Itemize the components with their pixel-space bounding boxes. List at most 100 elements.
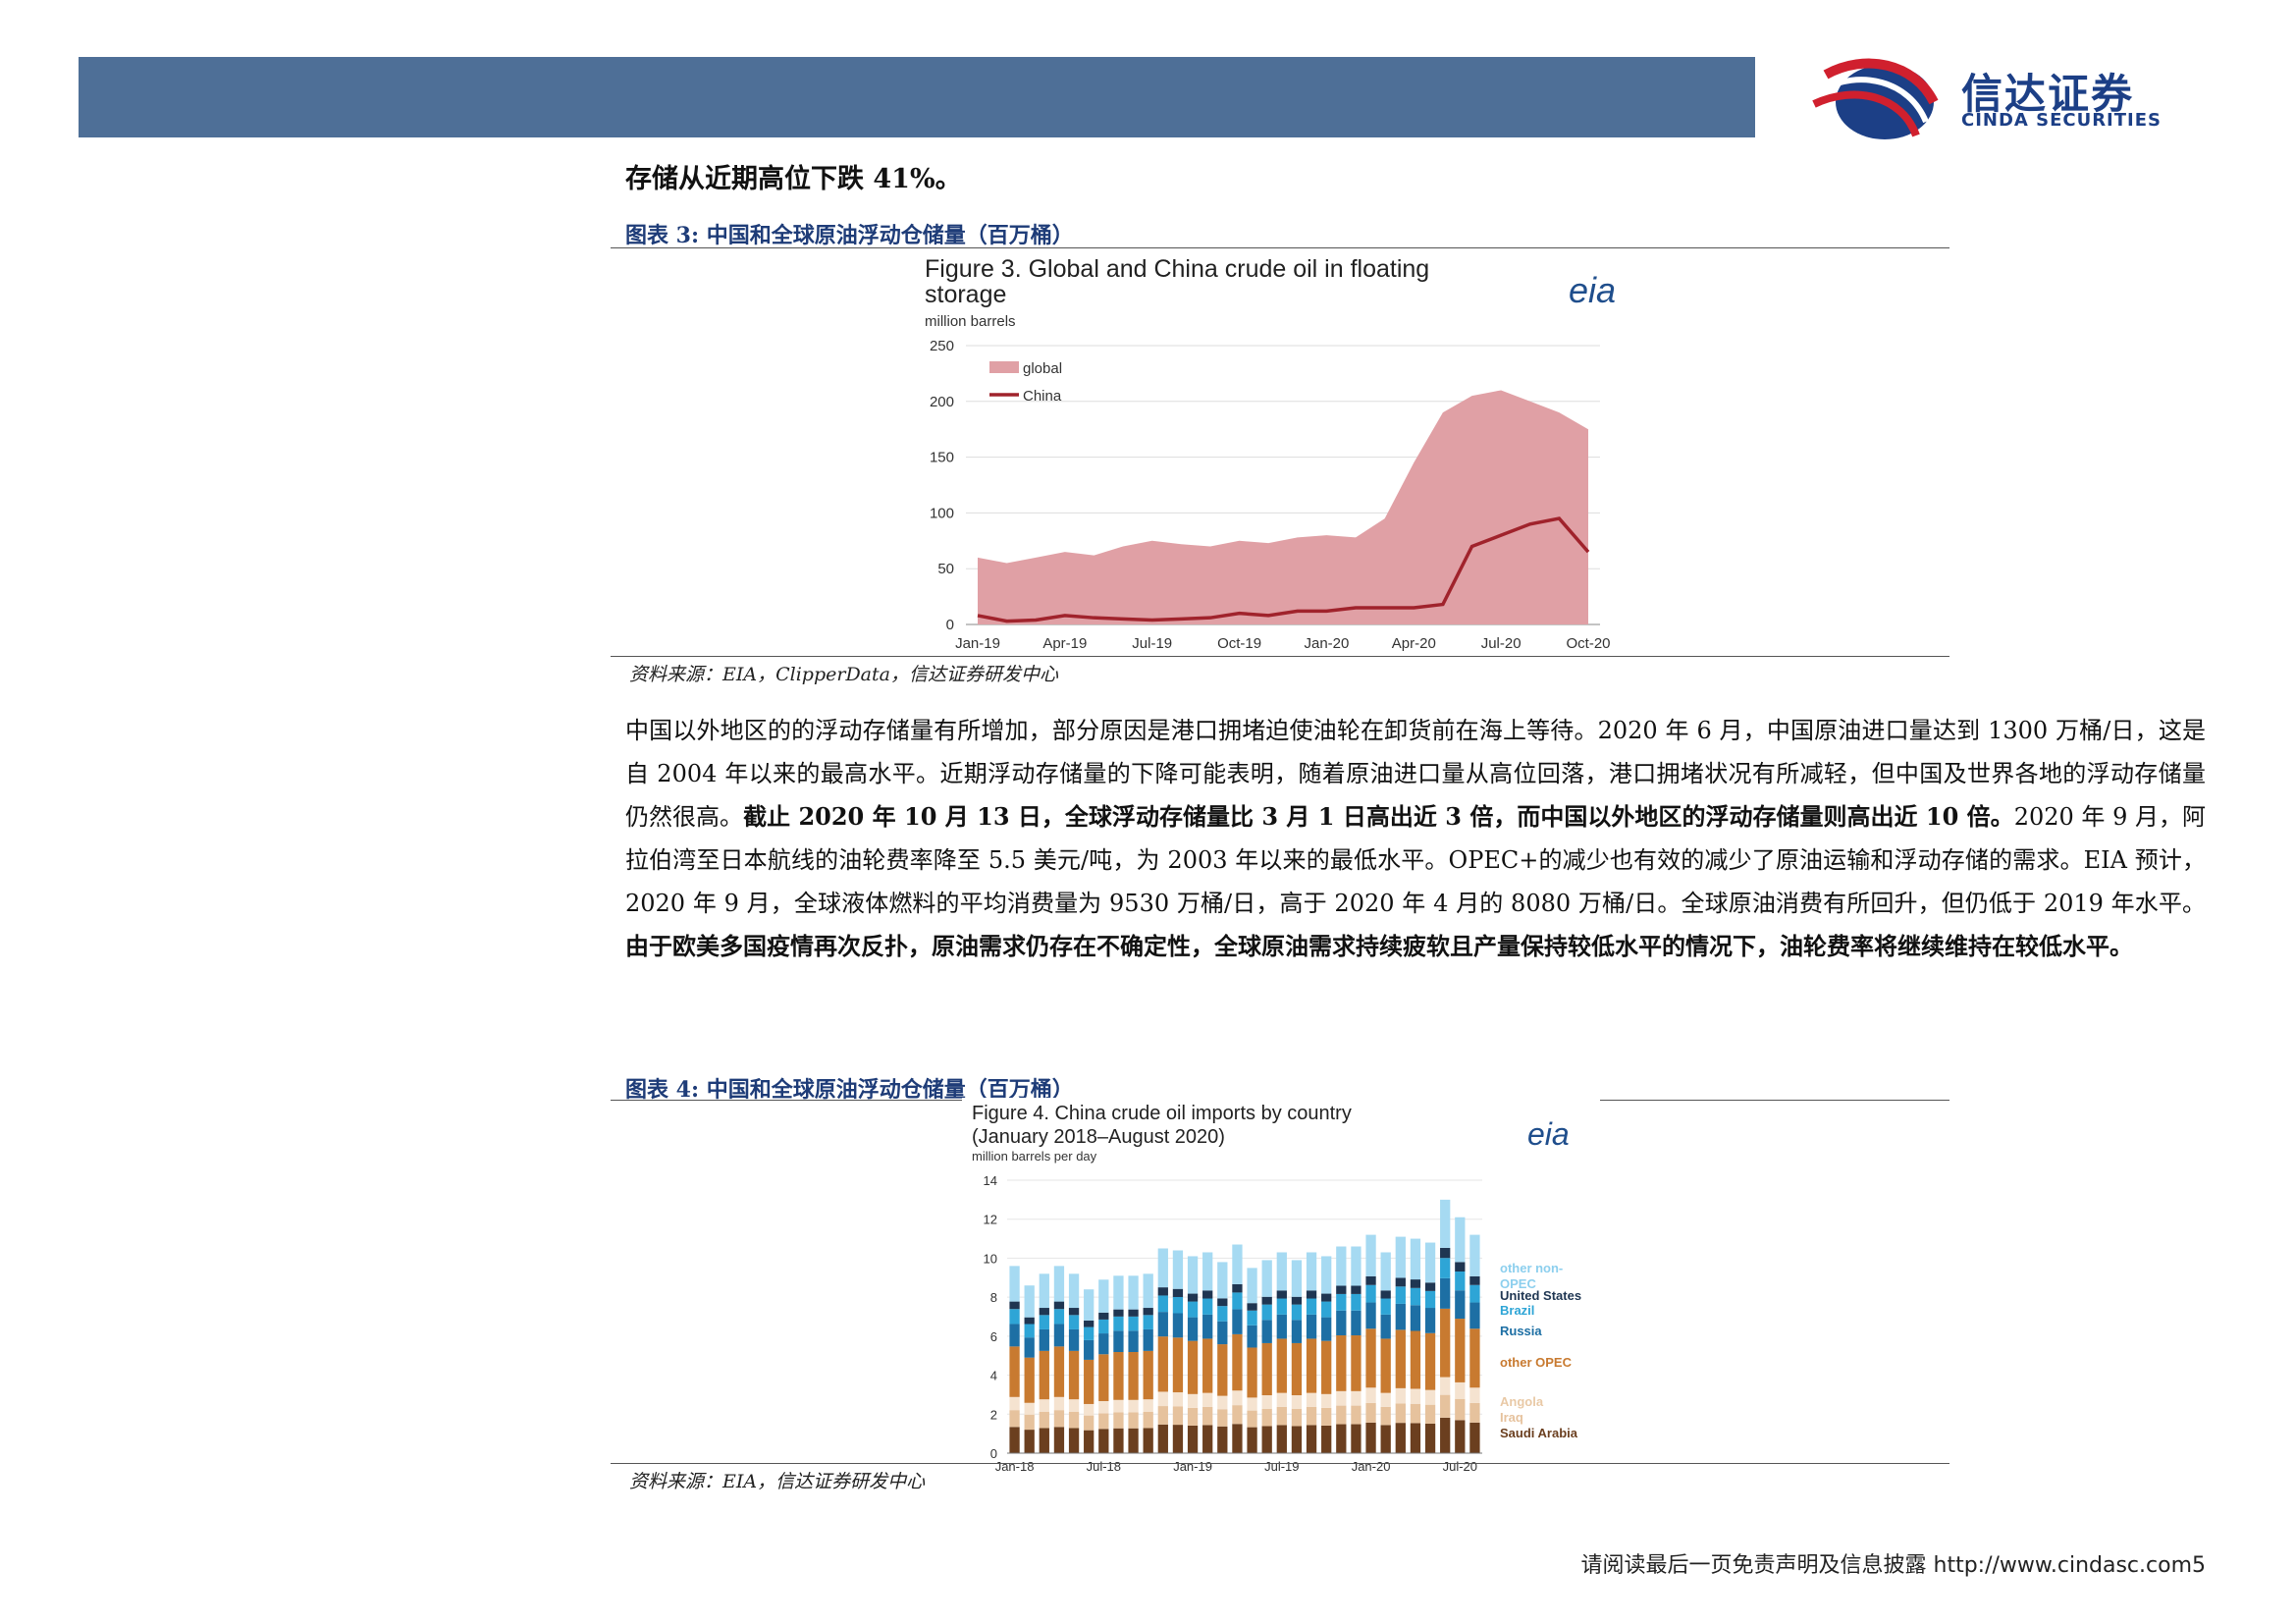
chart4-bar-segment — [1395, 1329, 1406, 1388]
chart4-bar-segment — [1351, 1246, 1362, 1286]
chart4-bar-segment — [1009, 1427, 1020, 1453]
chart4-bar-segment — [1469, 1402, 1480, 1423]
chart4-bar-segment — [1084, 1403, 1095, 1416]
figure3-bottom-rule — [611, 656, 1949, 657]
chart4-bar-segment — [1321, 1301, 1332, 1318]
chart4-bar-segment — [1232, 1283, 1243, 1293]
chart4-bar-segment — [1024, 1430, 1035, 1453]
chart3-x-tick: Jan-20 — [1304, 635, 1349, 652]
chart4-bar-segment — [1053, 1266, 1065, 1302]
chart4-bar-segment — [1440, 1308, 1451, 1378]
chart4-bar-segment — [1424, 1423, 1436, 1453]
chart4-bar-segment — [1024, 1414, 1035, 1431]
chart4-bar-segment — [1321, 1317, 1332, 1341]
brand-name-en: CINDA SECURITIES — [1961, 110, 2162, 131]
chart4-bar-segment — [1306, 1392, 1317, 1407]
chart4-bar-segment — [1232, 1244, 1243, 1284]
chart4-bar-segment — [1187, 1340, 1199, 1394]
chart4-bar-segment — [1440, 1277, 1451, 1309]
chart3-legend-global: global — [1023, 360, 1062, 377]
chart4-bar-segment — [1380, 1406, 1391, 1426]
chart4-bar-segment — [1247, 1310, 1257, 1326]
chart4-bar-segment — [1217, 1344, 1228, 1396]
chart4-bar-segment — [1024, 1337, 1035, 1358]
chart4-bar-segment — [1157, 1287, 1168, 1296]
chart4-bar-segment — [1068, 1308, 1080, 1316]
chart3-eia-logo: eia — [1569, 270, 1616, 310]
chart3-x-tick: Jul-19 — [1132, 635, 1172, 652]
chart4-bar-segment — [1187, 1301, 1199, 1318]
chart4-bar-segment — [1261, 1260, 1272, 1297]
chart4-bar-segment — [1247, 1347, 1257, 1398]
chart4-bar-segment — [1217, 1262, 1228, 1299]
figure3-caption: 图表 3: 中国和全球原油浮动仓储量（百万桶） — [625, 223, 1074, 248]
chart4-title-line2: (January 2018–August 2020) — [972, 1126, 1225, 1148]
chart4-bar-segment — [1380, 1290, 1391, 1299]
chart4-bar-segment — [1217, 1298, 1228, 1307]
chart4-bar-segment — [1424, 1389, 1436, 1405]
chart4-bar-segment — [1351, 1293, 1362, 1311]
header-bar — [79, 57, 1755, 137]
chart4-bar-segment — [1128, 1399, 1139, 1413]
chart4-bar-segment — [1068, 1428, 1080, 1453]
chart4-bar-segment — [1276, 1290, 1287, 1299]
chart4-bar-segment — [1261, 1320, 1272, 1343]
footer-text: 请阅读最后一页免责声明及信息披露 http://www.cindasc.com — [1580, 1553, 2192, 1578]
chart4-legend-label: other OPEC — [1500, 1355, 1573, 1370]
chart4-bar-segment — [1187, 1425, 1199, 1453]
chart4-bar-segment — [1351, 1310, 1362, 1336]
chart4-bar-segment — [1365, 1234, 1376, 1276]
chart4-bar-segment — [1306, 1406, 1317, 1426]
chart4-bar-segment — [1336, 1390, 1347, 1406]
chart4-bar-segment — [1276, 1338, 1287, 1393]
chart4-bar-segment — [1247, 1325, 1257, 1348]
chart4-bar-segment — [1336, 1246, 1347, 1286]
chart4-bar-segment — [1068, 1411, 1080, 1429]
chart4-bar-segment — [1068, 1350, 1080, 1400]
chart4-bar-segment — [1395, 1303, 1406, 1330]
chart4-bar-segment — [1291, 1342, 1303, 1396]
chart4-bar-segment — [1157, 1424, 1168, 1453]
chart4-bar-segment — [1039, 1328, 1049, 1351]
chart4-bar-segment — [1395, 1423, 1406, 1453]
chart4-bar-segment — [1365, 1284, 1376, 1303]
chart4-bar-segment — [1306, 1314, 1317, 1339]
chart4-bar-segment — [1469, 1328, 1480, 1388]
chart4-bar-segment — [1024, 1324, 1035, 1338]
chart4-bar-segment — [1232, 1405, 1243, 1425]
chart4-bar-segment — [1440, 1199, 1451, 1248]
chart4-bar-segment — [1410, 1305, 1421, 1331]
chart4-bar-segment — [1455, 1262, 1466, 1272]
chart4-bar-segment — [1053, 1346, 1065, 1397]
chart4-bar-segment — [1084, 1320, 1095, 1327]
chart4-bar-segment — [1128, 1352, 1139, 1400]
chart4-bar-segment — [1261, 1296, 1272, 1305]
chart4-bar-segment — [1440, 1377, 1451, 1395]
chart4-bar-segment — [1276, 1252, 1287, 1291]
chart3-x-tick: Jan-19 — [955, 635, 1000, 652]
chart4-bar-segment — [1024, 1357, 1035, 1403]
chart4-y-tick: 12 — [984, 1213, 997, 1227]
chart4-bar-segment — [1469, 1422, 1480, 1453]
chart4-bar-segment — [1143, 1399, 1153, 1412]
chart4-bar-segment — [1291, 1304, 1303, 1321]
chart4-bar-segment — [1469, 1387, 1480, 1403]
chart4-bar-segment — [1143, 1350, 1153, 1400]
chart4-bar-segment — [1187, 1393, 1199, 1408]
chart4-bar-segment — [1217, 1321, 1228, 1345]
chart4-bar-segment — [1247, 1303, 1257, 1311]
chart4-bar-segment — [1321, 1407, 1332, 1426]
chart4-bar-segment — [1410, 1287, 1421, 1306]
chart4-bar-segment — [1365, 1328, 1376, 1388]
chart4-bar-segment — [1469, 1234, 1480, 1276]
chart4-bar-segment — [1455, 1398, 1466, 1421]
chart4-bar-segment — [1455, 1319, 1466, 1382]
chart4-x-tick: Jul-18 — [1087, 1459, 1121, 1474]
figure4-source: 资料来源：EIA，信达证券研发中心 — [629, 1471, 926, 1492]
chart4-bar-segment — [1009, 1301, 1020, 1310]
chart4-bar-segment — [1424, 1332, 1436, 1390]
chart4-bar-segment — [1291, 1395, 1303, 1409]
chart4-bar-segment — [1157, 1391, 1168, 1407]
chart4-x-tick: Jul-19 — [1264, 1459, 1299, 1474]
chart4-bar-segment — [1113, 1428, 1124, 1453]
